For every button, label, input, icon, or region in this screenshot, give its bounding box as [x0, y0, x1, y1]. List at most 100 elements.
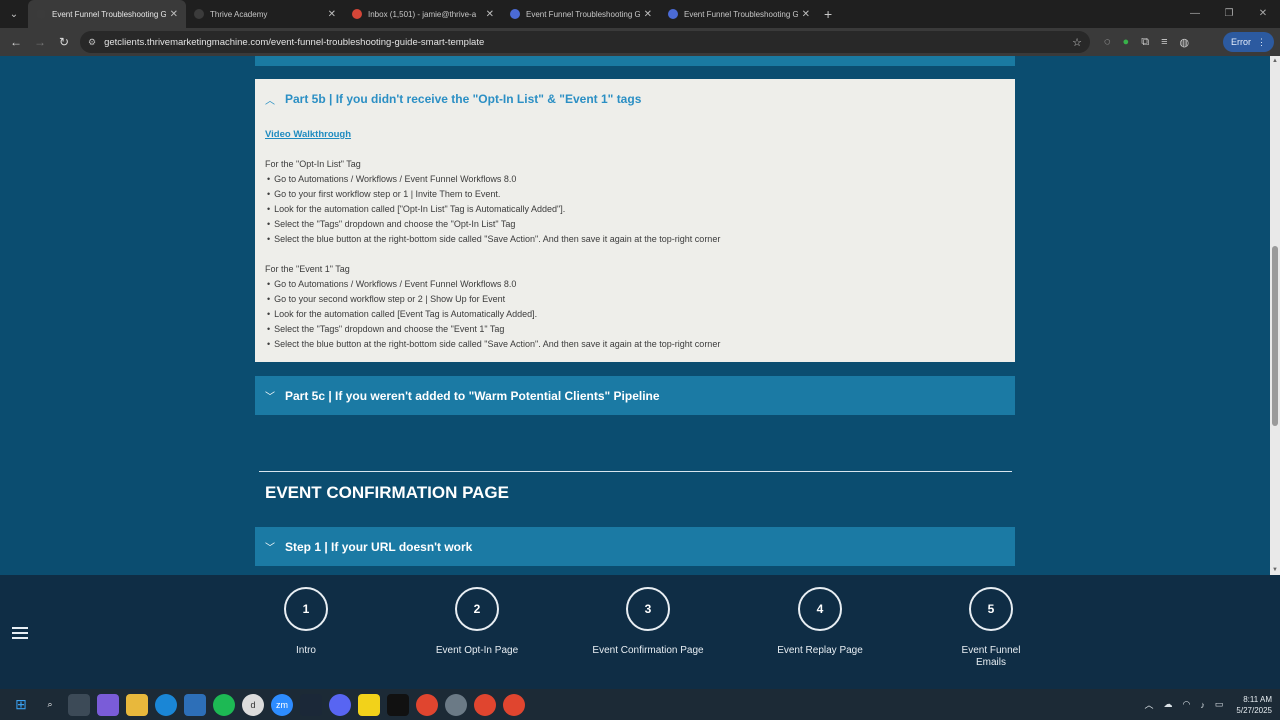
close-window-icon[interactable]: ✕: [1246, 0, 1280, 28]
close-tab-icon[interactable]: ✕: [328, 9, 336, 20]
windows-taskbar: ⊞ ⌕ d zm ︿ ☁ ◠ ♪ ▭ 8:11 AM 5/27/2025: [0, 689, 1280, 720]
store-icon[interactable]: [184, 693, 206, 716]
edge-icon[interactable]: [155, 693, 177, 716]
tab-title: Event Funnel Troubleshooting G: [526, 9, 640, 19]
scrollbar-thumb[interactable]: [1272, 246, 1278, 426]
favicon-icon: [36, 9, 46, 19]
close-tab-icon[interactable]: ✕: [802, 9, 810, 20]
tab-strip: ⌄ Event Funnel Troubleshooting G ✕ Thriv…: [0, 0, 1280, 28]
step-1-intro[interactable]: 1 Intro: [231, 587, 381, 657]
close-tab-icon[interactable]: ✕: [486, 9, 494, 20]
new-tab-icon[interactable]: +: [824, 6, 832, 22]
volume-icon[interactable]: ♪: [1200, 700, 1205, 710]
step-number: 5: [969, 587, 1013, 631]
search-icon[interactable]: ⌕: [39, 694, 61, 716]
accordion-step-1[interactable]: ﹀ Step 1 | If your URL doesn't work: [255, 527, 1015, 566]
app-d-icon[interactable]: d: [242, 693, 264, 716]
accordion-header[interactable]: ︿ Part 5b | If you didn't receive the "O…: [255, 79, 1015, 119]
chrome-profile-icon[interactable]: [474, 693, 496, 716]
menu-dots-icon: ⋮: [1257, 36, 1266, 47]
media-icon[interactable]: ≡: [1161, 36, 1167, 48]
list-item: Select the blue button at the right-bott…: [265, 232, 1005, 247]
forward-icon[interactable]: →: [28, 35, 52, 49]
bookmark-star-icon[interactable]: ☆: [1072, 36, 1082, 49]
reload-icon[interactable]: ↻: [52, 35, 76, 49]
step-number: 1: [284, 587, 328, 631]
chrome-icon[interactable]: [416, 693, 438, 716]
close-tab-icon[interactable]: ✕: [170, 9, 178, 20]
step-navigation: 1 Intro 2 Event Opt-In Page 3 Event Conf…: [0, 575, 1280, 689]
extensions-area: ◌ ● ⧉ ≡ ◍: [1098, 28, 1195, 56]
gmail-favicon-icon: [352, 9, 362, 19]
step-number: 4: [798, 587, 842, 631]
accordion-part-5b: ︿ Part 5b | If you didn't receive the "O…: [255, 79, 1015, 362]
file-explorer-icon[interactable]: [126, 693, 148, 716]
accordion-title: Step 1 | If your URL doesn't work: [285, 539, 473, 554]
task-view-icon[interactable]: [68, 693, 90, 716]
minimize-icon[interactable]: —: [1178, 0, 1212, 28]
site-info-icon[interactable]: ⚙: [88, 37, 96, 48]
tab-1[interactable]: Event Funnel Troubleshooting G ✕: [28, 0, 186, 28]
puzzle-icon[interactable]: ⧉: [1141, 36, 1149, 49]
section-divider: [259, 471, 1012, 472]
spotify-icon[interactable]: [213, 693, 235, 716]
grammarly-icon[interactable]: ●: [1123, 36, 1130, 48]
time-text: 8:11 AM: [1243, 694, 1272, 704]
chevron-down-icon: ﹀: [265, 543, 275, 554]
cloud-icon[interactable]: ☁: [1164, 699, 1173, 710]
copilot-icon[interactable]: [97, 693, 119, 716]
step-label: Event Confirmation Page: [592, 645, 704, 656]
group-heading: For the "Opt-In List" Tag: [265, 159, 361, 169]
discord-icon[interactable]: [329, 693, 351, 716]
terminal-icon[interactable]: [387, 693, 409, 716]
hamburger-menu-icon[interactable]: [12, 627, 28, 642]
battery-icon[interactable]: ▭: [1215, 699, 1224, 710]
opt-in-tag-instructions: For the "Opt-In List" Tag Go to Automati…: [265, 157, 1005, 247]
error-button[interactable]: Error ⋮: [1223, 32, 1274, 52]
restore-icon[interactable]: ❐: [1212, 0, 1246, 28]
close-tab-icon[interactable]: ✕: [644, 9, 652, 20]
date-text: 5/27/2025: [1236, 705, 1272, 715]
video-walkthrough-link[interactable]: Video Walkthrough: [265, 127, 1005, 142]
chrome-profile-2-icon[interactable]: [503, 693, 525, 716]
previous-accordion-bottom[interactable]: [255, 56, 1015, 66]
step-5-emails[interactable]: 5 Event Funnel Emails: [946, 587, 1036, 669]
steam-icon[interactable]: [300, 693, 322, 716]
windows-start-icon[interactable]: ⊞: [10, 694, 32, 716]
wifi-icon[interactable]: ◠: [1183, 699, 1191, 710]
accordion-body: Video Walkthrough For the "Opt-In List" …: [255, 119, 1015, 375]
profile-avatar-icon[interactable]: ◍: [1179, 36, 1189, 49]
settings-icon[interactable]: [445, 693, 467, 716]
address-bar[interactable]: ⚙ getclients.thrivemarketingmachine.com/…: [80, 31, 1090, 53]
tab-2[interactable]: Thrive Academy ✕: [186, 0, 344, 28]
tab-3[interactable]: Inbox (1,501) - jamie@thrive-a ✕: [344, 0, 502, 28]
error-label: Error: [1231, 37, 1251, 47]
list-item: Go to your first workflow step or 1 | In…: [265, 187, 1005, 202]
tab-4[interactable]: Event Funnel Troubleshooting G ✕: [502, 0, 660, 28]
clock[interactable]: 8:11 AM 5/27/2025: [1236, 694, 1272, 716]
scroll-up-icon[interactable]: ▲: [1270, 58, 1280, 64]
list-item: Look for the automation called [Event Ta…: [265, 307, 1005, 322]
event-tag-instructions: For the "Event 1" Tag Go to Automations …: [265, 262, 1005, 352]
system-tray: ︿ ☁ ◠ ♪ ▭ 8:11 AM 5/27/2025: [1140, 689, 1272, 720]
tab-5[interactable]: Event Funnel Troubleshooting G ✕: [660, 0, 818, 28]
step-3-confirmation[interactable]: 3 Event Confirmation Page: [573, 587, 723, 657]
page-scrollbar[interactable]: ▲ ▼: [1270, 56, 1280, 575]
step-2-opt-in[interactable]: 2 Event Opt-In Page: [402, 587, 552, 657]
step-4-replay[interactable]: 4 Event Replay Page: [745, 587, 895, 657]
favicon-icon: [510, 9, 520, 19]
scroll-down-icon[interactable]: ▼: [1270, 567, 1280, 573]
chevron-up-icon[interactable]: ︿: [1145, 698, 1154, 711]
step-label: Event Funnel Emails: [961, 645, 1021, 668]
back-icon[interactable]: ←: [4, 35, 28, 49]
sticky-notes-icon[interactable]: [358, 693, 380, 716]
group-heading: For the "Event 1" Tag: [265, 264, 350, 274]
zoom-icon[interactable]: zm: [271, 693, 293, 716]
extension-icon[interactable]: ◌: [1104, 36, 1111, 48]
step-label: Event Opt-In Page: [435, 645, 519, 656]
accordion-part-5c[interactable]: ﹀ Part 5c | If you weren't added to "War…: [255, 376, 1015, 415]
chevron-up-icon: ︿: [265, 95, 275, 107]
tab-search-icon[interactable]: ⌄: [0, 0, 28, 28]
section-heading: EVENT CONFIRMATION PAGE: [265, 483, 509, 502]
page-content: ︿ Part 5b | If you didn't receive the "O…: [0, 56, 1270, 575]
